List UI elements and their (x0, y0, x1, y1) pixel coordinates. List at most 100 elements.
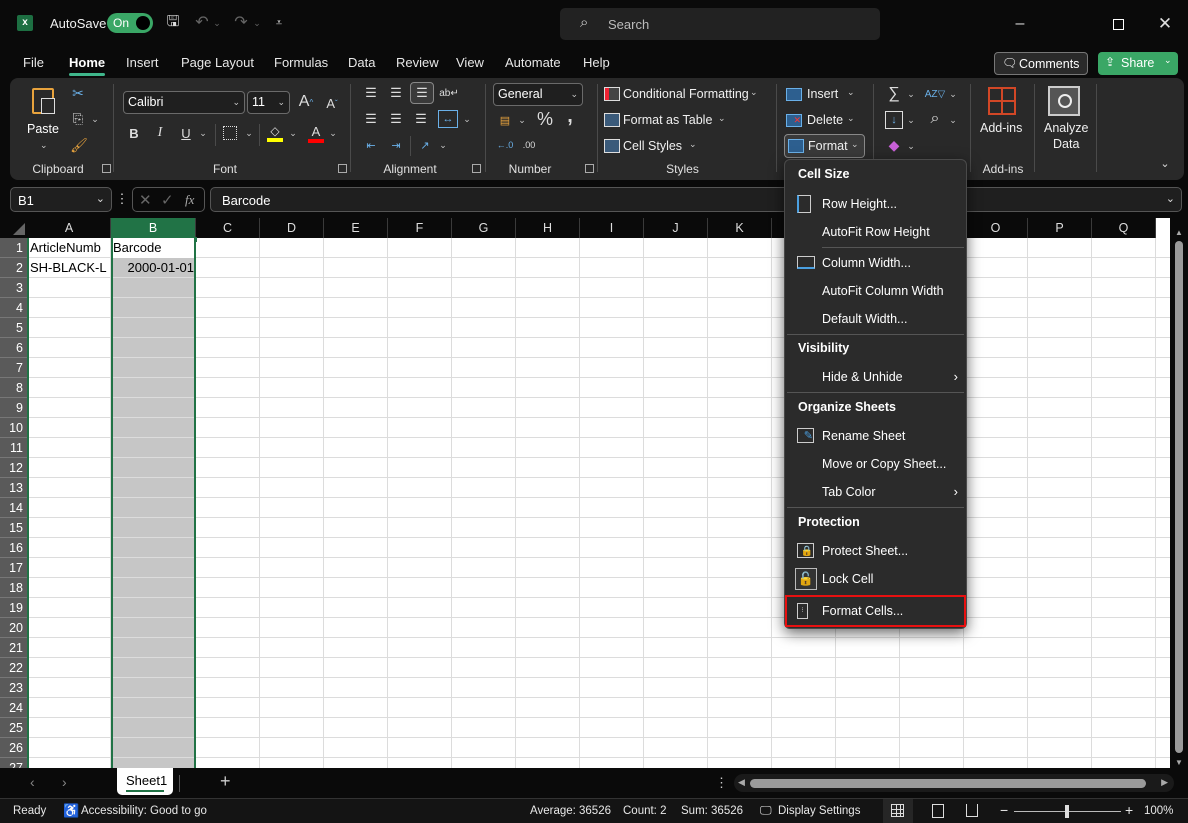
display-settings-icon[interactable]: 🖵 (760, 803, 772, 818)
tab-home[interactable]: Home (69, 55, 106, 76)
column-header-j[interactable]: J (644, 218, 708, 238)
autosum-icon[interactable]: ∑ (885, 84, 903, 104)
accessibility-icon[interactable]: ♿ (63, 803, 79, 819)
row-header-19[interactable]: 19 (0, 598, 28, 618)
merge-dropdown-icon[interactable]: ⌄ (462, 112, 472, 126)
cell-b1[interactable]: Barcode (113, 238, 194, 258)
column-header-q[interactable]: Q (1092, 218, 1156, 238)
find-dropdown-icon[interactable]: ⌄ (948, 113, 958, 127)
horizontal-scrollbar[interactable]: ◀ ▶ (734, 774, 1174, 792)
italic-button[interactable]: I (152, 124, 168, 142)
menu-item-format-cells[interactable]: ⁝ Format Cells... (785, 595, 966, 627)
column-header-e[interactable]: E (324, 218, 388, 238)
add-sheet-icon[interactable]: + (220, 771, 231, 792)
row-header-22[interactable]: 22 (0, 658, 28, 678)
paste-button[interactable]: Paste ⌄ (27, 86, 60, 152)
row-header-25[interactable]: 25 (0, 718, 28, 738)
row-header-24[interactable]: 24 (0, 698, 28, 718)
format-cells-button[interactable]: Format ⌄ (784, 134, 865, 158)
borders-dropdown-icon[interactable]: ⌄ (244, 126, 254, 140)
share-button[interactable]: ⇪ Share ⌄ (1098, 52, 1178, 75)
comma-style-button[interactable]: , (563, 105, 577, 127)
align-center-icon[interactable]: ☰ (387, 110, 405, 128)
font-name-select[interactable]: Calibri ⌄ (123, 91, 245, 114)
analyze-data-button[interactable]: Analyze Data (1040, 84, 1090, 154)
next-sheet-icon[interactable]: › (62, 774, 67, 790)
orientation-dropdown-icon[interactable]: ⌄ (438, 138, 448, 152)
menu-item-row-height[interactable]: Row Height... (787, 193, 964, 217)
menu-item-autofit-row-height[interactable]: AutoFit Row Height (787, 221, 964, 245)
customize-qat-icon[interactable]: ⩡ (272, 14, 286, 32)
scroll-right-icon[interactable]: ▶ (1161, 777, 1168, 788)
comments-button[interactable]: 🗨 Comments (994, 52, 1088, 75)
row-header-16[interactable]: 16 (0, 538, 28, 558)
sheet-tab-sheet1[interactable]: Sheet1 (117, 768, 173, 795)
clear-dropdown-icon[interactable]: ⌄ (906, 139, 916, 153)
column-header-b[interactable]: B (111, 218, 196, 238)
orientation-icon[interactable]: ↗ (416, 136, 434, 154)
increase-font-icon[interactable]: A ^ (296, 91, 316, 113)
insert-cells-button[interactable]: Insert ⌄ (786, 85, 866, 105)
autosum-dropdown-icon[interactable]: ⌄ (906, 87, 916, 101)
row-header-18[interactable]: 18 (0, 578, 28, 598)
minimize-icon[interactable]: – (1008, 12, 1032, 36)
underline-button[interactable]: U (178, 124, 194, 142)
sort-filter-dropdown-icon[interactable]: ⌄ (948, 87, 958, 101)
vertical-scrollbar[interactable]: ▲ ▼ (1170, 218, 1188, 768)
previous-sheet-icon[interactable]: ‹ (30, 774, 35, 790)
sort-filter-icon[interactable]: AZ▽ (925, 84, 945, 104)
find-select-icon[interactable]: ⌕ (926, 109, 944, 129)
horizontal-scroll-thumb[interactable] (750, 779, 1146, 788)
percent-style-button[interactable]: % (536, 109, 554, 129)
cancel-icon[interactable]: ✕ (139, 191, 152, 209)
scroll-down-icon[interactable]: ▼ (1175, 758, 1183, 767)
row-header-23[interactable]: 23 (0, 678, 28, 698)
save-icon[interactable]: 🖫 (164, 13, 182, 33)
menu-item-lock-cell[interactable]: 🔓 Lock Cell (787, 568, 964, 592)
fill-color-dropdown-icon[interactable]: ⌄ (288, 126, 298, 140)
row-header-9[interactable]: 9 (0, 398, 28, 418)
page-layout-view-icon[interactable] (932, 804, 944, 818)
column-header-i[interactable]: I (580, 218, 644, 238)
tab-automate[interactable]: Automate (505, 55, 561, 70)
column-header-d[interactable]: D (260, 218, 324, 238)
column-header-h[interactable]: H (516, 218, 580, 238)
menu-item-protect-sheet[interactable]: 🔒 Protect Sheet... (787, 540, 964, 564)
spreadsheet-grid[interactable]: ABCDEFGHIJKLMNOPQ 1234567891011121314151… (0, 218, 1170, 768)
align-right-icon[interactable]: ☰ (412, 110, 430, 128)
underline-dropdown-icon[interactable]: ⌄ (198, 126, 208, 140)
row-header-7[interactable]: 7 (0, 358, 28, 378)
zoom-slider[interactable] (1014, 805, 1121, 818)
addins-button[interactable]: Add-ins (978, 84, 1028, 144)
autosave-toggle[interactable]: On (107, 13, 153, 33)
scroll-left-icon[interactable]: ◀ (738, 777, 745, 788)
close-icon[interactable]: ✕ (1153, 12, 1177, 36)
cell-b2[interactable]: 2000-01-01 (113, 258, 195, 278)
tab-insert[interactable]: Insert (126, 55, 159, 70)
display-settings-button[interactable]: Display Settings (778, 805, 860, 817)
accessibility-status[interactable]: Accessibility: Good to go (81, 805, 207, 817)
enter-icon[interactable]: ✓ (161, 191, 174, 209)
zoom-level[interactable]: 100% (1144, 805, 1173, 817)
align-top-icon[interactable]: ☰ (362, 84, 380, 102)
accounting-format-icon[interactable]: ▤ (496, 111, 514, 129)
column-header-c[interactable]: C (196, 218, 260, 238)
insert-function-icon[interactable]: fx (185, 192, 194, 208)
column-header-o[interactable]: O (964, 218, 1028, 238)
clear-icon[interactable]: ◆ (885, 136, 903, 154)
normal-view-button[interactable] (883, 799, 913, 823)
menu-item-move-copy-sheet[interactable]: Move or Copy Sheet... (787, 453, 964, 477)
row-header-3[interactable]: 3 (0, 278, 28, 298)
font-launcher-icon[interactable] (338, 164, 347, 173)
number-launcher-icon[interactable] (585, 164, 594, 173)
collapse-ribbon-icon[interactable]: ⌄ (1158, 156, 1172, 170)
sheet-bar-options-icon[interactable]: ⋮ (715, 775, 728, 791)
menu-item-column-width[interactable]: Column Width... (787, 252, 964, 276)
decrease-indent-icon[interactable]: ⇤ (362, 136, 380, 154)
row-header-27[interactable]: 27 (0, 758, 28, 768)
conditional-formatting-button[interactable]: Conditional Formatting ⌄ (604, 85, 764, 105)
paste-dropdown-icon[interactable]: ⌄ (40, 140, 48, 151)
search-box[interactable]: ⌕ Search (560, 8, 880, 40)
redo-icon[interactable]: ↷ (232, 12, 250, 32)
borders-icon[interactable] (221, 124, 239, 142)
